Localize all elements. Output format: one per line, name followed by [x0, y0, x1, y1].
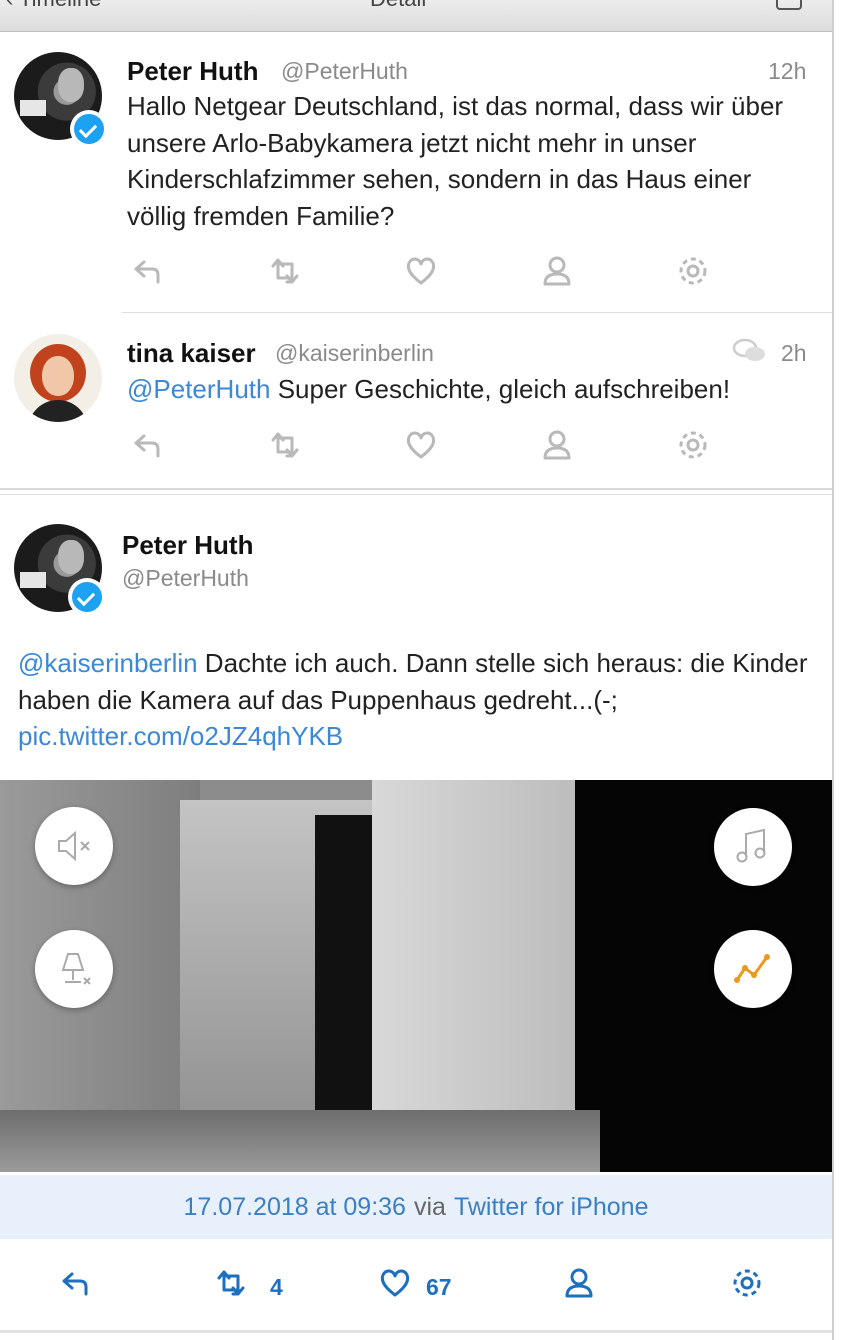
verified-badge-icon: [68, 578, 106, 616]
mention-link[interactable]: @PeterHuth: [127, 374, 270, 404]
conversation-icon: [732, 336, 768, 371]
verified-badge-icon: [70, 110, 108, 148]
window-title: Detail: [370, 0, 426, 12]
detail-actions: 4 67: [58, 1266, 798, 1306]
more-button[interactable]: [730, 1266, 770, 1306]
tweet-time: 12h: [768, 58, 807, 84]
window-edge: [832, 0, 854, 1340]
divider: [0, 1330, 832, 1333]
reply-button[interactable]: [58, 1266, 98, 1306]
compose-icon[interactable]: [776, 0, 802, 10]
media-link[interactable]: pic.twitter.com/o2JZ4qhYKB: [18, 721, 343, 751]
like-icon: [380, 1269, 410, 1297]
lamp-off-icon[interactable]: [35, 930, 113, 1008]
like-button[interactable]: [404, 254, 444, 294]
author-handle[interactable]: @kaiserinberlin: [275, 340, 434, 367]
gear-icon: [679, 257, 707, 285]
tweet-date[interactable]: 17.07.2018 at 09:36: [184, 1193, 406, 1222]
more-button[interactable]: [676, 254, 716, 294]
like-count: 67: [426, 1274, 452, 1300]
author-name[interactable]: tina kaiser: [127, 338, 256, 369]
divider: [122, 312, 832, 313]
music-icon[interactable]: [714, 808, 792, 886]
retweet-button[interactable]: [268, 254, 308, 294]
retweet-count: 4: [270, 1274, 283, 1300]
retweet-icon: [271, 258, 299, 284]
tweet-actions: [130, 428, 730, 468]
profile-icon: [565, 1268, 593, 1298]
reply-button[interactable]: [130, 254, 170, 294]
author-handle[interactable]: @PeterHuth: [122, 565, 249, 592]
tweet-actions: [130, 254, 730, 294]
profile-button[interactable]: [540, 254, 580, 294]
like-button[interactable]: [404, 428, 444, 468]
tweet-text: @PeterHuth Super Geschichte, gleich aufs…: [127, 371, 827, 408]
media-image[interactable]: [0, 780, 832, 1172]
reply-icon: [134, 260, 160, 284]
divider: [0, 494, 832, 495]
gear-icon: [733, 1269, 761, 1297]
divider: [0, 488, 832, 490]
back-button[interactable]: ‹ Timeline: [6, 0, 101, 12]
gear-icon: [679, 431, 707, 459]
reply-button[interactable]: [130, 428, 170, 468]
tweet-text: Hallo Netgear Deutschland, ist das norma…: [127, 91, 784, 231]
reply-icon: [62, 1272, 88, 1296]
reply-icon: [134, 434, 160, 458]
retweet-icon: [217, 1270, 245, 1296]
window-titlebar: ‹ Timeline Detail: [0, 0, 854, 32]
tweet-time: 2h: [781, 340, 807, 366]
author-name[interactable]: Peter Huth: [127, 56, 258, 87]
tweet-text: @kaiserinberlin Dachte ich auch. Dann st…: [18, 645, 818, 755]
retweet-button[interactable]: [268, 428, 308, 468]
profile-button[interactable]: [562, 1266, 602, 1306]
profile-icon: [543, 256, 571, 286]
mute-icon[interactable]: [35, 807, 113, 885]
graph-icon[interactable]: [714, 930, 792, 1008]
retweet-icon: [271, 432, 299, 458]
avatar[interactable]: [14, 334, 102, 422]
client-link[interactable]: Twitter for iPhone: [454, 1193, 649, 1222]
like-icon: [406, 431, 436, 459]
profile-icon: [543, 430, 571, 460]
tweet-meta: 17.07.2018 at 09:36 via Twitter for iPho…: [0, 1175, 832, 1239]
like-icon: [406, 257, 436, 285]
profile-button[interactable]: [540, 428, 580, 468]
more-button[interactable]: [676, 428, 716, 468]
author-name[interactable]: Peter Huth: [122, 530, 253, 561]
tweet-text-body: Super Geschichte, gleich aufschreiben!: [270, 374, 731, 404]
via-label: via: [413, 1192, 446, 1221]
like-button[interactable]: [378, 1266, 418, 1306]
author-handle[interactable]: @PeterHuth: [281, 58, 408, 85]
back-label: Timeline: [19, 0, 101, 11]
retweet-button[interactable]: [214, 1266, 254, 1306]
mention-link[interactable]: @kaiserinberlin: [18, 648, 198, 678]
